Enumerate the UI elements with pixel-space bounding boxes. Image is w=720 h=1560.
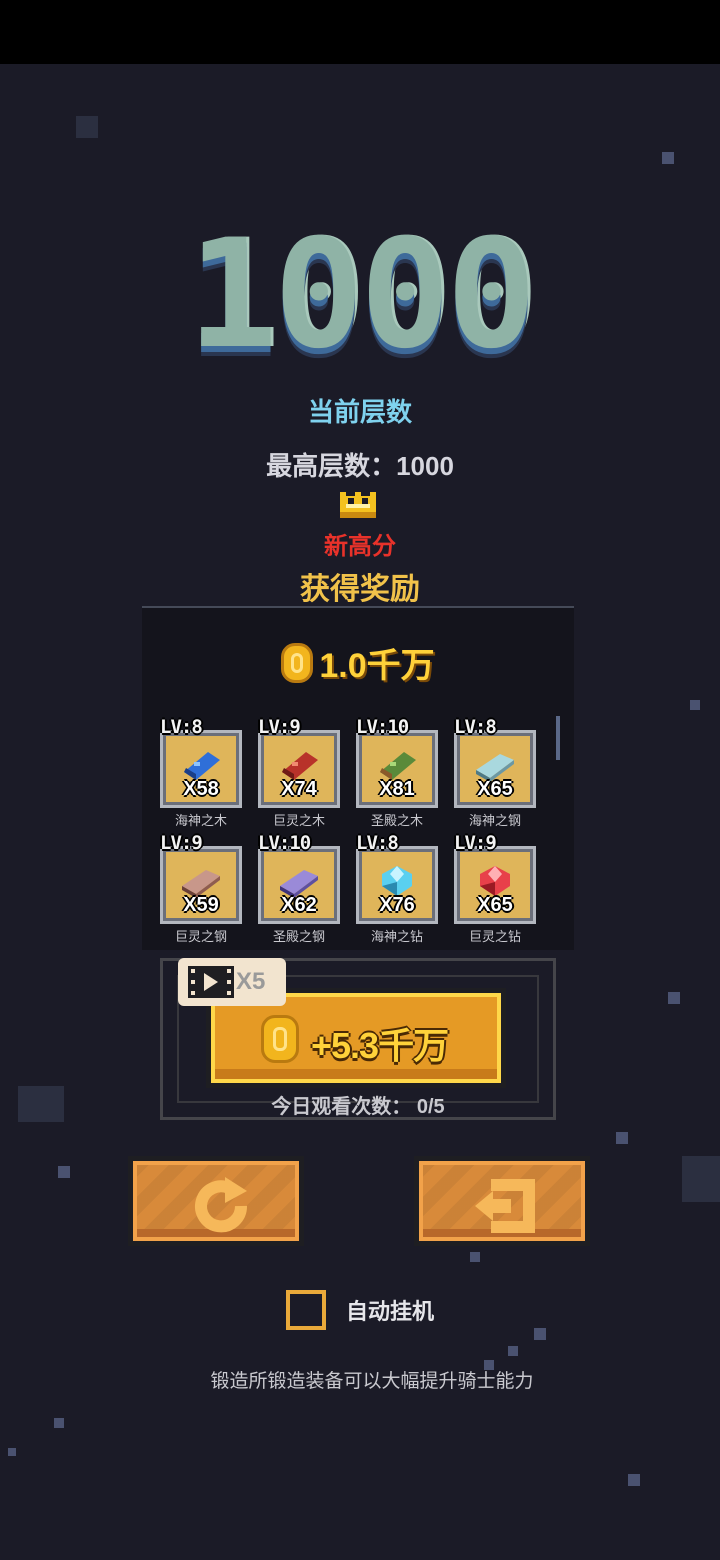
item-name: 海神之木 xyxy=(174,813,227,828)
exit-button[interactable] xyxy=(414,1156,590,1246)
item-name: 巨灵之钢 xyxy=(174,929,227,944)
status-bar xyxy=(0,0,720,64)
green-wood-icon xyxy=(380,752,416,780)
current-floor-label: 当前层数 xyxy=(307,397,412,427)
video-film-icon xyxy=(188,966,234,998)
auto-idle-checkbox[interactable] xyxy=(286,1290,326,1330)
reward-item[interactable]: LV:9 X74 巨灵之木 xyxy=(258,716,340,828)
reward-item[interactable]: LV:8 X65 海神之钢 xyxy=(454,716,536,828)
cyan-gem-icon xyxy=(382,866,412,896)
retry-button[interactable] xyxy=(128,1156,304,1246)
star-decoration xyxy=(508,1346,518,1356)
silver-ingot-icon xyxy=(476,754,514,782)
item-name: 圣殿之木 xyxy=(370,813,423,828)
star-decoration xyxy=(534,1328,546,1340)
item-level: LV:10 xyxy=(356,716,409,738)
star-decoration xyxy=(616,1132,628,1144)
star-decoration xyxy=(18,1086,64,1122)
coin-reward: 1.0千万 xyxy=(142,638,574,690)
item-name: 圣殿之钢 xyxy=(272,929,325,944)
video-times-tag: X5 xyxy=(178,958,286,1006)
star-decoration xyxy=(76,116,98,138)
forge-tip: 锻造所锻造装备可以大幅提升骑士能力 xyxy=(210,1371,534,1392)
new-high-score-label: 新高分 xyxy=(324,533,396,560)
item-level: LV:9 xyxy=(454,832,497,854)
item-quantity: X65 xyxy=(477,894,513,916)
item-level: LV:8 xyxy=(454,716,497,738)
purple-ingot-icon xyxy=(280,870,318,898)
item-quantity: X58 xyxy=(183,778,219,800)
reward-item[interactable]: LV:9 X65 巨灵之钻 xyxy=(454,832,536,944)
reward-item[interactable]: LV:8 X76 海神之钻 xyxy=(356,832,438,944)
star-decoration xyxy=(470,1252,480,1262)
star-decoration xyxy=(628,1474,640,1486)
item-quantity: X59 xyxy=(183,894,219,916)
daily-watch-count: 今日观看次数： 0/5 xyxy=(271,1096,445,1118)
refresh-icon xyxy=(195,1177,248,1233)
star-decoration xyxy=(58,1166,70,1178)
item-quantity: X81 xyxy=(379,778,415,800)
item-name: 海神之钢 xyxy=(468,813,521,828)
item-level: LV:8 xyxy=(356,832,399,854)
current-floor-number: 1000 xyxy=(187,208,536,382)
copper-ingot-icon xyxy=(182,870,220,898)
coin-icon xyxy=(261,1015,299,1063)
reward-panel[interactable]: 1.0千万 LV:8 X58 海神之木 LV:9 X74 巨灵之木 LV:10 … xyxy=(142,606,574,950)
item-name: 巨灵之木 xyxy=(272,813,325,828)
reward-item[interactable]: LV:10 X81 圣殿之木 xyxy=(356,716,438,828)
item-quantity: X62 xyxy=(281,894,317,916)
star-decoration xyxy=(690,700,700,710)
star-decoration xyxy=(662,152,674,164)
coin-icon xyxy=(281,642,314,683)
red-gem-icon xyxy=(480,866,510,896)
video-times-label: X5 xyxy=(236,968,266,995)
auto-idle-label[interactable]: 自动挂机 xyxy=(346,1294,434,1326)
video-bonus-amount: +5.3千万 xyxy=(311,1025,449,1066)
reward-scrollbar[interactable] xyxy=(556,716,560,760)
star-decoration xyxy=(682,1156,720,1202)
reward-item[interactable]: LV:8 X58 海神之木 xyxy=(160,716,242,828)
reward-title: 获得奖励 xyxy=(300,573,420,606)
coin-reward-amount: 1.0千万 xyxy=(319,647,435,685)
item-level: LV:10 xyxy=(258,832,311,854)
item-level: LV:9 xyxy=(258,716,301,738)
item-quantity: X74 xyxy=(281,778,317,800)
item-quantity: X76 xyxy=(379,894,415,916)
star-decoration xyxy=(54,1418,64,1428)
star-decoration xyxy=(8,1448,16,1456)
exit-icon xyxy=(475,1179,535,1233)
item-name: 海神之钻 xyxy=(370,929,423,944)
item-name: 巨灵之钻 xyxy=(468,929,521,944)
best-floor: 最高层数：1000 xyxy=(266,451,454,481)
item-quantity: X65 xyxy=(477,778,513,800)
item-level: LV:8 xyxy=(160,716,203,738)
crown-icon xyxy=(340,492,376,518)
star-decoration xyxy=(668,992,680,1004)
red-wood-icon xyxy=(282,752,318,780)
item-level: LV:9 xyxy=(160,832,203,854)
reward-item[interactable]: LV:9 X59 巨灵之钢 xyxy=(160,832,242,944)
reward-item[interactable]: LV:10 X62 圣殿之钢 xyxy=(258,832,340,944)
blue-wood-icon xyxy=(184,752,220,780)
